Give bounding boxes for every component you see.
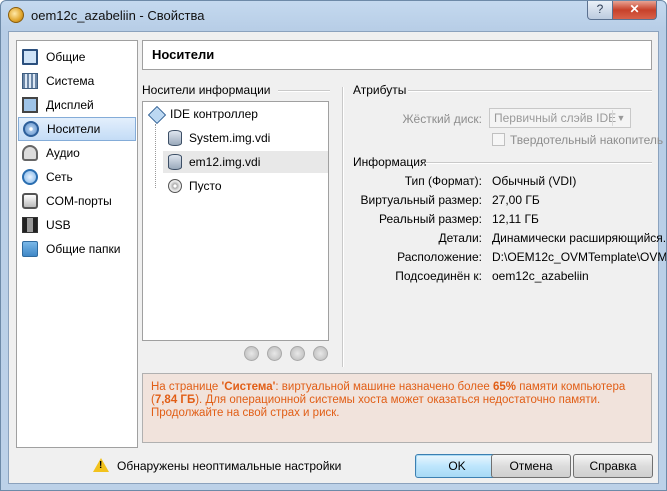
separator — [278, 90, 330, 92]
solid-state-label: Твердотельный накопитель — [510, 133, 664, 147]
general-icon — [22, 49, 38, 65]
ok-button[interactable]: OK — [415, 454, 499, 478]
sidebar-item-system[interactable]: Система — [17, 69, 137, 93]
display-icon — [22, 97, 38, 113]
title-bar: oem12c_azabeliin - Свойства ? ✕ — [1, 1, 666, 31]
hard-disk-icon — [168, 130, 182, 146]
tree-item-label: IDE контроллер — [170, 107, 258, 121]
sidebar-item-label: Дисплей — [46, 98, 94, 112]
storage-tree-label: Носители информации — [142, 83, 271, 97]
system-chip-icon — [22, 73, 38, 89]
information-heading: Информация — [353, 155, 427, 169]
page-header: Носители — [142, 40, 652, 70]
cd-dvd-icon — [168, 179, 182, 193]
sidebar-item-audio[interactable]: Аудио — [17, 141, 137, 165]
tree-item-label: em12.img.vdi — [189, 155, 261, 169]
hard-disk-value: Первичный слэйв IDE — [494, 111, 617, 125]
sidebar-item-label: Аудио — [46, 146, 80, 160]
warning-text: : виртуальной машине назначено более — [275, 381, 493, 393]
info-label-attached-to: Подсоединён к: — [395, 269, 482, 283]
storage-toolbar — [244, 346, 336, 364]
warning-memory: 7,84 ГБ — [154, 394, 196, 406]
dialog-client: Общие Система Дисплей Носители Аудио Сет… — [8, 31, 666, 484]
settings-window: oem12c_azabeliin - Свойства ? ✕ Общие Си… — [0, 0, 667, 491]
virtualbox-app-icon — [8, 7, 24, 23]
sidebar-item-display[interactable]: Дисплей — [17, 93, 137, 117]
warning-icon — [93, 458, 109, 472]
sidebar-item-label: Система — [46, 74, 95, 88]
settings-content: Носители Носители информации IDE контрол… — [142, 40, 666, 448]
shared-folder-icon — [22, 241, 38, 257]
warning-message: На странице 'Система': виртуальной машин… — [142, 373, 652, 443]
separator — [425, 162, 652, 164]
dialog-footer: Обнаружены неоптимальные настройки OK От… — [9, 450, 658, 484]
window-title: oem12c_azabeliin - Свойства — [31, 8, 205, 23]
add-controller-icon[interactable] — [244, 346, 259, 361]
sidebar-item-label: Носители — [47, 122, 101, 136]
sidebar-item-label: Общие — [46, 50, 86, 64]
solid-state-checkbox[interactable] — [492, 133, 505, 146]
vertical-separator — [342, 87, 344, 367]
help-button[interactable]: Справка — [573, 454, 653, 478]
warning-text: На странице — [151, 381, 222, 393]
info-label-type: Тип (Формат): — [404, 174, 482, 188]
sidebar-item-usb[interactable]: USB — [17, 213, 137, 237]
remove-attachment-icon[interactable] — [313, 346, 328, 361]
cancel-button[interactable]: Отмена — [491, 454, 571, 478]
chevron-down-icon: ▼ — [612, 110, 629, 126]
tree-item-label: Пусто — [189, 179, 222, 193]
tree-item-ide-controller[interactable]: IDE контроллер — [143, 103, 328, 125]
hard-disk-icon — [168, 154, 182, 170]
info-value-virtual-size: 27,00 ГБ — [492, 193, 540, 207]
sidebar-item-com-ports[interactable]: COM-порты — [17, 189, 137, 213]
sidebar-item-storage[interactable]: Носители — [18, 117, 136, 141]
warning-page-name: 'Система' — [221, 381, 276, 393]
info-value-type: Обычный (VDI) — [492, 174, 577, 188]
storage-tree[interactable]: IDE контроллер System.img.vdi em12.img.v… — [142, 101, 329, 341]
help-title-button[interactable]: ? — [587, 1, 613, 20]
storage-disk-icon — [23, 121, 39, 137]
hard-disk-combo[interactable]: Первичный слэйв IDE ▼ — [489, 108, 631, 128]
info-label-actual-size: Реальный размер: — [378, 212, 482, 226]
sidebar-item-network[interactable]: Сеть — [17, 165, 137, 189]
warning-text: ). Для операционной системы хоста может … — [151, 394, 601, 419]
info-label-details: Детали: — [438, 231, 482, 245]
settings-sidebar: Общие Система Дисплей Носители Аудио Сет… — [16, 40, 138, 448]
sidebar-item-general[interactable]: Общие — [17, 45, 137, 69]
sidebar-item-label: Общие папки — [46, 242, 121, 256]
sidebar-item-label: Сеть — [46, 170, 73, 184]
info-label-virtual-size: Виртуальный размер: — [360, 193, 482, 207]
usb-icon — [22, 217, 38, 233]
info-value-actual-size: 12,11 ГБ — [492, 212, 539, 226]
add-attachment-icon[interactable] — [290, 346, 305, 361]
audio-icon — [22, 145, 38, 161]
network-icon — [22, 169, 38, 185]
page-title: Носители — [152, 47, 215, 62]
sidebar-item-label: USB — [46, 218, 71, 232]
status-text: Обнаружены неоптимальные настройки — [117, 459, 342, 473]
separator — [408, 90, 652, 92]
info-value-attached-to: oem12c_azabeliin — [492, 269, 589, 283]
warning-percent: 65% — [493, 381, 517, 393]
serial-port-icon — [22, 193, 38, 209]
info-value-details: Динамически расширяющийся... — [492, 231, 667, 245]
remove-controller-icon[interactable] — [267, 346, 282, 361]
ide-controller-icon — [147, 105, 167, 125]
attributes-heading: Атрибуты — [353, 83, 407, 97]
info-label-location: Расположение: — [397, 250, 482, 264]
tree-item-system-img[interactable]: System.img.vdi — [143, 127, 328, 149]
info-value-location: D:\OEM12c_OVMTemplate\OVM... — [492, 250, 667, 264]
close-button[interactable]: ✕ — [612, 1, 657, 20]
tree-item-label: System.img.vdi — [189, 131, 271, 145]
hard-disk-label: Жёсткий диск: — [402, 112, 482, 126]
sidebar-item-label: COM-порты — [46, 194, 112, 208]
tree-item-empty-cd[interactable]: Пусто — [143, 175, 328, 197]
sidebar-item-shared-folders[interactable]: Общие папки — [17, 237, 137, 261]
tree-item-em12-img[interactable]: em12.img.vdi — [163, 151, 328, 173]
